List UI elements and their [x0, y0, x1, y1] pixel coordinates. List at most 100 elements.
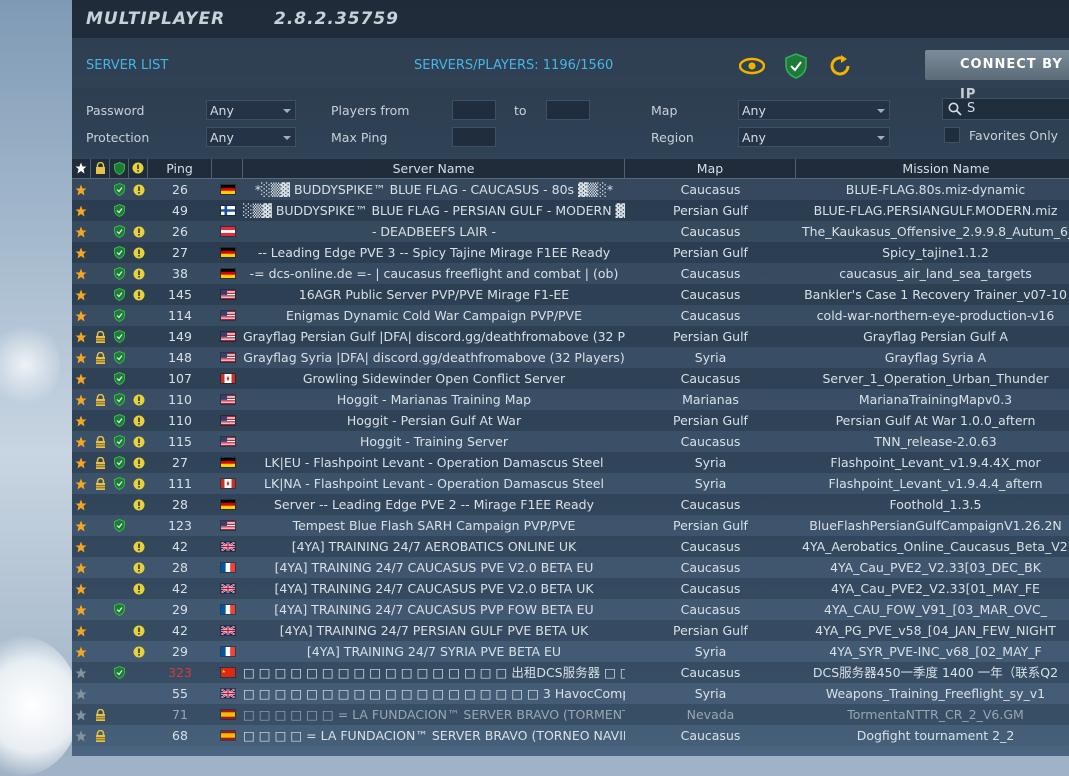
table-row[interactable]: 123 Tempest Blue Flash SARH Campaign PVP/… [72, 515, 1069, 536]
favorite-star-icon[interactable] [75, 520, 87, 532]
refresh-icon[interactable] [826, 52, 854, 80]
table-row[interactable]: 42 [4YA] TRAINING 24/7 AEROBATICS ONLINE … [72, 536, 1069, 557]
shield-column-header[interactable] [110, 159, 129, 178]
table-row[interactable]: 49 ░▒▓ BUDDYSPIKE™ BLUE FLAG - PERSIAN GU… [72, 200, 1069, 221]
table-row[interactable]: 28 Server -- Leading Edge PVE 2 -- Mirage… [72, 494, 1069, 515]
table-row[interactable]: 29 [4YA] TRAINING 24/7 SYRIA PVE BETA EU S… [72, 641, 1069, 662]
favorite-star-icon[interactable] [75, 646, 87, 658]
table-row[interactable]: 323 □ □ □ □ □ □ □ □ □ □ □ □ □ □ □ □ □ 出租D… [72, 662, 1069, 683]
table-row[interactable]: 28 [4YA] TRAINING 24/7 CAUCASUS PVE V2.0 … [72, 557, 1069, 578]
favorite-star-icon[interactable] [75, 310, 87, 322]
flag-fr-icon [220, 604, 236, 615]
favorite-star-icon[interactable] [75, 562, 87, 574]
lock-icon [96, 394, 105, 406]
table-row[interactable]: 107 Growling Sidewinder Open Conflict Ser… [72, 368, 1069, 389]
chevron-down-icon [877, 136, 885, 140]
shield-icon [114, 477, 125, 490]
map-cell: Syria [694, 350, 727, 365]
table-row[interactable]: 26 *░▒▓ BUDDYSPIKE™ BLUE FLAG - CAUCASUS … [72, 179, 1069, 200]
region-filter-value: Any [742, 130, 766, 145]
mission-name-column-header[interactable]: Mission Name [796, 159, 1069, 178]
table-row[interactable]: 68 □ □ □ □ = LA FUNDACION™ SERVER BRAVO (… [72, 725, 1069, 746]
table-row[interactable]: 42 [4YA] TRAINING 24/7 CAUCASUS PVE V2.0 … [72, 578, 1069, 599]
flag-column-header[interactable] [212, 159, 243, 178]
players-from-input[interactable] [452, 100, 496, 120]
map-cell: Caucasus [680, 581, 741, 596]
table-row[interactable]: 114 Enigmas Dynamic Cold War Campaign PVP… [72, 305, 1069, 326]
flag-de-icon [220, 247, 236, 258]
map-cell: Caucasus [680, 560, 741, 575]
favorite-star-icon[interactable] [75, 331, 87, 343]
favorite-column-header[interactable] [72, 159, 91, 178]
sub-toolbar: SERVER LIST SERVERS/PLAYERS: 1196/1560 C… [72, 44, 1069, 102]
eye-icon[interactable] [738, 52, 766, 80]
map-cell: Caucasus [680, 224, 741, 239]
table-row[interactable]: 149 Grayflag Persian Gulf |DFA| discord.g… [72, 326, 1069, 347]
favorite-star-icon[interactable] [75, 709, 87, 721]
password-select[interactable]: Any [206, 100, 296, 120]
favorite-star-icon[interactable] [75, 268, 87, 280]
region-select[interactable]: Any [738, 127, 890, 147]
shield-check-icon[interactable] [782, 52, 810, 80]
favorite-star-icon[interactable] [75, 667, 87, 679]
table-row[interactable]: 26 - DEADBEEFS LAIR - Caucasus The_Kaukasus… [72, 221, 1069, 242]
favorite-star-icon[interactable] [75, 541, 87, 553]
favorite-star-icon[interactable] [75, 352, 87, 364]
table-row[interactable]: 145 16AGR Public Server PVP/PVE Mirage F1… [72, 284, 1069, 305]
favorite-star-icon[interactable] [75, 478, 87, 490]
favorite-star-icon[interactable] [75, 415, 87, 427]
table-row[interactable]: 148 Grayflag Syria |DFA| discord.gg/death… [72, 347, 1069, 368]
favorite-star-icon[interactable] [75, 604, 87, 616]
favorite-star-icon[interactable] [75, 499, 87, 511]
search-input[interactable]: S [942, 98, 1069, 120]
favorite-star-icon[interactable] [75, 625, 87, 637]
table-row[interactable]: 115 Hoggit - Training Server Caucasus TNN_r… [72, 431, 1069, 452]
flag-us-icon [220, 289, 236, 300]
shield-icon [114, 225, 125, 238]
mission-name-cell: 4YA_CAU_FOW_V91_[03_MAR_OVC_ [824, 602, 1047, 617]
map-cell: Nevada [686, 707, 735, 722]
table-row[interactable]: 38 -= dcs-online.de =- | caucasus freefli… [72, 263, 1069, 284]
table-row[interactable]: 55 □ □ □ □ □ □ □ □ □ □ □ □ □ □ □ □ □ □ □ … [72, 683, 1069, 704]
table-row[interactable]: 111 LK|NA - Flashpoint Levant - Operation… [72, 473, 1069, 494]
lock-column-header[interactable] [91, 159, 110, 178]
favorite-star-icon[interactable] [75, 184, 87, 196]
table-row[interactable]: 71 □ □ □ □ □ □ = LA FUNDACION™ SERVER BRA… [72, 704, 1069, 725]
table-row[interactable]: 27 LK|EU - Flashpoint Levant - Operation … [72, 452, 1069, 473]
map-column-header[interactable]: Map [625, 159, 796, 178]
favorite-star-icon[interactable] [75, 226, 87, 238]
favorite-star-icon[interactable] [75, 457, 87, 469]
server-name-column-header[interactable]: Server Name [243, 159, 625, 178]
ping-cell: 149 [168, 329, 192, 344]
warning-column-header[interactable] [129, 159, 148, 178]
map-select[interactable]: Any [738, 100, 890, 120]
favorite-star-icon[interactable] [75, 730, 87, 742]
favorite-star-icon[interactable] [75, 247, 87, 259]
favorite-star-icon[interactable] [75, 205, 87, 217]
favorite-star-icon[interactable] [75, 373, 87, 385]
table-row[interactable]: 27 -- Leading Edge PVE 3 -- Spicy Tajine … [72, 242, 1069, 263]
table-row[interactable]: 110 Hoggit - Persian Gulf At War Persian G… [72, 410, 1069, 431]
favorite-star-icon[interactable] [75, 436, 87, 448]
ping-column-header[interactable]: Ping [148, 159, 212, 178]
players-to-input[interactable] [546, 100, 590, 120]
protection-select[interactable]: Any [206, 127, 296, 147]
title-bar: MULTIPLAYER 2.8.2.35759 [72, 0, 1069, 38]
server-name-cell: Grayflag Syria |DFA| discord.gg/deathfro… [243, 350, 625, 365]
table-row[interactable]: 42 [4YA] TRAINING 24/7 PERSIAN GULF PVE B… [72, 620, 1069, 641]
favorite-star-icon[interactable] [75, 289, 87, 301]
table-row[interactable]: 110 Hoggit - Marianas Training Map Mariana… [72, 389, 1069, 410]
ping-cell: 323 [168, 665, 192, 680]
favorite-star-icon[interactable] [75, 394, 87, 406]
flag-us-icon [220, 352, 236, 363]
connect-by-ip-button[interactable]: CONNECT BY IP [925, 50, 1069, 102]
server-list-tab[interactable]: SERVER LIST [86, 58, 168, 73]
favorite-star-icon[interactable] [75, 688, 87, 700]
favorite-star-icon[interactable] [75, 583, 87, 595]
favorites-only-checkbox[interactable] [944, 127, 960, 143]
warning-icon [133, 268, 145, 280]
mission-name-cell: The_Kaukasus_Offensive_2.9.9.8_Autum_6_A… [802, 224, 1069, 239]
table-row[interactable]: 29 [4YA] TRAINING 24/7 CAUCASUS PVP FOW B… [72, 599, 1069, 620]
lock-icon [96, 436, 105, 448]
max-ping-input[interactable] [452, 127, 496, 147]
